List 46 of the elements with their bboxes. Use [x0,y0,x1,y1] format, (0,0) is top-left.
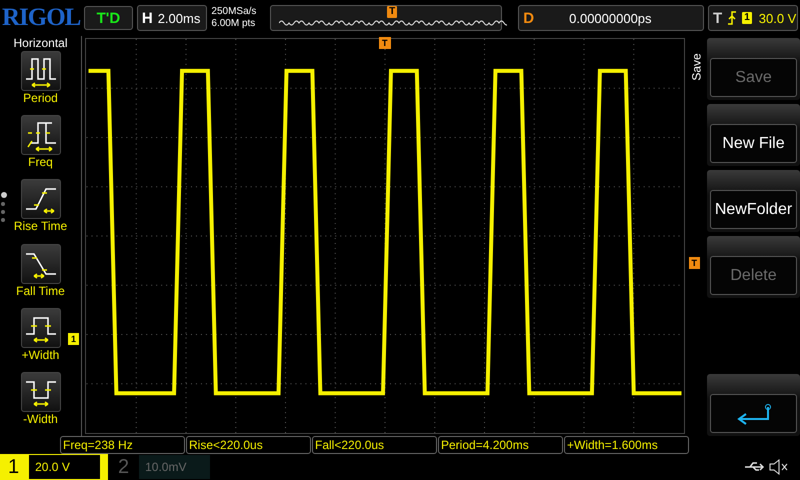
trigger-level: 30.0 V [758,10,796,26]
menu-title: Save [690,53,704,81]
trigger-source: 1 [742,12,752,24]
channel-scale: 20.0 V [29,455,100,479]
menu-button[interactable]: New File [710,124,797,163]
measurement-reading: Rise<220.0us [186,436,311,454]
rising-edge-icon [727,10,738,26]
measure-label: Rise Time [14,219,68,234]
measurement-reading: +Width=1.600ms [564,436,689,454]
timebase-value: 2.00ms [158,10,200,26]
measure-button[interactable] [20,372,60,412]
trigger-position-marker: T [379,37,390,49]
measure-button[interactable] [20,308,60,348]
mute-icon [768,458,790,476]
channel-number: 2 [118,456,130,478]
measure-label: Freq [28,155,53,170]
measure-label: +Width [22,348,60,362]
measure-button[interactable] [20,244,60,284]
trigger-position-marker: T [387,6,398,18]
brand-logo: RIGOL [2,4,80,32]
run-status: T'D [84,6,133,30]
channel-tab[interactable]: 1 20.0 V [0,454,108,480]
measurement-reading: Freq=238 Hz [60,436,185,454]
measure-button[interactable] [20,179,60,220]
menu-button[interactable]: NewFolder [710,190,797,229]
measure-label: Fall Time [16,284,65,298]
usb-icon [744,460,766,474]
trigger-label: T [713,10,722,26]
measure-label: Period [23,91,58,105]
menu-title: Horizontal [13,36,68,50]
back-button[interactable] [710,394,797,433]
waveform-overview-icon [279,19,508,27]
measurement-reading: Fall<220.0us [312,436,437,454]
measure-button[interactable] [20,51,60,91]
memory-depth: 6.00M pts [211,18,256,30]
timebase-label: H [142,10,153,26]
sample-rate: 250MSa/s [211,6,258,18]
channel-marker: 1 [68,333,80,345]
measure-button[interactable] [20,115,60,156]
delay-value: 0.00000000ps [569,10,652,26]
delay-label: D [523,10,534,26]
measurement-reading: Period=4.200ms [438,436,563,454]
trigger-level-marker: T [688,257,700,269]
channel-number: 1 [8,456,20,478]
channel-scale: 10.0mV [139,455,210,479]
measure-label: -Width [23,412,58,426]
